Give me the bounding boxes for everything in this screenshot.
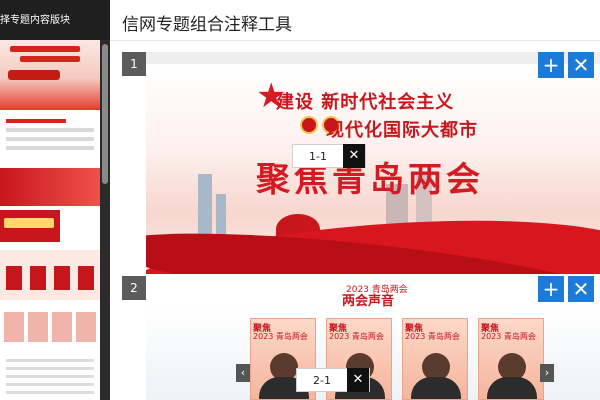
annotation-close-icon[interactable]: ✕ (343, 144, 365, 168)
sidebar-scroll-thumb[interactable] (102, 44, 108, 184)
person-card[interactable]: 聚焦 2023 青岛两会 (478, 318, 544, 400)
banner-nav-bar (146, 52, 600, 67)
banner-headline-1: 建设 新时代社会主义 (276, 92, 455, 113)
thumbnail-cards[interactable] (0, 250, 100, 300)
app-root: 择专题内容版块 信网专题组合注释工具 1 ★ 建设 新时代社会主义 现代化国际大… (0, 0, 600, 400)
topic-block-1: 1 ★ 建设 新时代社会主义 现代化国际大都市 聚焦青岛两会 + ✕ 1-1 ✕ (122, 52, 600, 274)
banner-headline-2: 现代化国际大都市 (326, 120, 478, 141)
annotation-label[interactable]: 1-1 (293, 150, 343, 163)
add-button[interactable]: + (538, 276, 564, 302)
sidebar-header: 择专题内容版块 (0, 15, 70, 26)
thumbnail-people[interactable] (0, 306, 100, 348)
title-divider (110, 40, 600, 41)
remove-button[interactable]: ✕ (568, 52, 594, 78)
remove-button[interactable]: ✕ (568, 276, 594, 302)
thumbnail-banner[interactable] (0, 40, 100, 110)
annotation-tag[interactable]: 2-1 ✕ (296, 368, 370, 392)
next-arrow-icon[interactable]: › (540, 364, 554, 382)
emblem-icon (300, 116, 318, 134)
topic-banner-image: ★ 建设 新时代社会主义 现代化国际大都市 聚焦青岛两会 (146, 64, 600, 274)
template-thumbnail-list[interactable] (0, 40, 100, 400)
person-card[interactable]: 聚焦 2023 青岛两会 (402, 318, 468, 400)
annotation-tag[interactable]: 1-1 ✕ (292, 144, 366, 168)
block-index: 2 (122, 276, 146, 300)
thumbnail-talk[interactable] (0, 210, 60, 242)
block-index: 1 (122, 52, 146, 76)
annotation-close-icon[interactable]: ✕ (347, 368, 369, 392)
thumbnail-red-banner[interactable] (0, 168, 100, 206)
voices-section-image: 2023 青岛两会 两会声音 聚焦 2023 青岛两会 聚焦 2023 青岛两会… (146, 276, 600, 400)
annotation-label[interactable]: 2-1 (297, 374, 347, 387)
thumbnail-news[interactable] (0, 114, 100, 164)
section-title: 两会声音 (342, 294, 395, 309)
page-title: 信网专题组合注释工具 (122, 15, 292, 35)
add-button[interactable]: + (538, 52, 564, 78)
banner-calligraphy: 聚焦青岛两会 (256, 160, 484, 200)
topic-block-2: 2 2023 青岛两会 两会声音 聚焦 2023 青岛两会 聚焦 2023 青岛… (122, 276, 600, 400)
thumbnail-list[interactable] (0, 354, 100, 400)
prev-arrow-icon[interactable]: ‹ (236, 364, 250, 382)
content-sidebar: 择专题内容版块 (0, 0, 110, 400)
